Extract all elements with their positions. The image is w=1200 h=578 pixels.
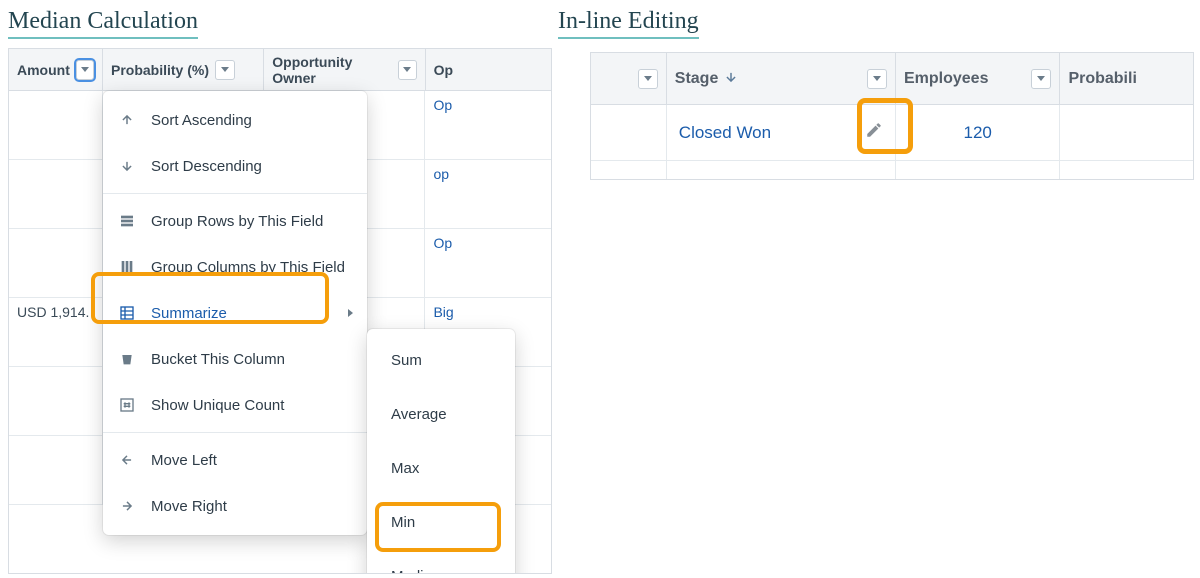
cell-probability [1060,161,1193,180]
col-dropdown-stage[interactable] [867,69,887,89]
chevron-right-icon [348,309,353,317]
menu-sort-asc[interactable]: Sort Ascending [103,97,367,143]
col-label: Opportunity Owner [272,54,391,86]
cell-probability[interactable] [1060,105,1193,160]
cell [9,436,103,504]
cell [9,367,103,435]
menu-label: Group Columns by This Field [151,259,345,276]
caret-down-icon [644,76,652,81]
stage-value: Closed Won [679,123,865,143]
menu-bucket[interactable]: Bucket This Column [103,336,367,382]
arrow-up-icon [117,110,137,130]
menu-move-right[interactable]: Move Right [103,483,367,529]
menu-divider [103,432,367,433]
summarize-submenu: Sum Average Max Min Median [367,329,515,574]
median-calc-panel: Amount Probability (%) Opportunity Owner… [8,48,552,574]
section-title-median: Median Calculation [8,8,198,39]
col-header-stage[interactable]: Stage [667,53,896,104]
cell [9,91,103,159]
cell-stage[interactable]: Closed Won [667,105,896,160]
menu-group-rows[interactable]: Group Rows by This Field [103,198,367,244]
submenu-average[interactable]: Average [367,387,515,441]
cell-blank [591,105,667,160]
col-header-blank[interactable] [591,53,667,104]
caret-down-icon [81,67,89,72]
column-menu: Sort Ascending Sort Descending Group Row… [103,91,367,535]
summarize-icon [117,303,137,323]
table-row: Closed Won 120 [591,105,1193,161]
submenu-min[interactable]: Min [367,495,515,549]
arrow-right-icon [117,496,137,516]
menu-unique-count[interactable]: Show Unique Count [103,382,367,428]
menu-move-left[interactable]: Move Left [103,437,367,483]
col-label: Employees [904,70,988,88]
cell-stage [667,161,896,180]
column-header-row: Amount Probability (%) Opportunity Owner… [9,49,551,91]
cell [9,229,103,297]
menu-label: Summarize [151,305,227,322]
menu-label: Bucket This Column [151,351,285,368]
submenu-sum[interactable]: Sum [367,333,515,387]
menu-sort-desc[interactable]: Sort Descending [103,143,367,189]
cell [9,160,103,228]
menu-group-cols[interactable]: Group Columns by This Field [103,244,367,290]
column-header-row: Stage Employees Probabili [591,53,1193,105]
menu-divider [103,193,367,194]
cell-blank [591,161,667,180]
columns-icon [117,257,137,277]
sort-desc-icon [724,70,738,88]
col-dropdown-employees[interactable] [1031,69,1051,89]
arrow-down-icon [117,156,137,176]
menu-summarize[interactable]: Summarize [103,290,367,336]
hash-icon [117,395,137,415]
caret-down-icon [1037,76,1045,81]
employees-value: 120 [964,123,992,143]
col-header-employees[interactable]: Employees [896,53,1060,104]
table-row [591,161,1193,180]
col-dropdown-probability[interactable] [215,60,235,80]
col-label: Probabili [1068,70,1136,88]
caret-down-icon [403,67,411,72]
menu-label: Show Unique Count [151,397,284,414]
pencil-icon[interactable] [865,121,883,144]
col-header-owner[interactable]: Opportunity Owner [264,49,425,90]
bucket-icon [117,349,137,369]
col-label: Amount [17,62,70,78]
cell: op [425,160,551,228]
cell-employees [896,161,1060,180]
menu-label: Sort Descending [151,158,262,175]
menu-label: Group Rows by This Field [151,213,323,230]
col-header-probability[interactable]: Probabili [1060,53,1193,104]
col-label: Stage [675,70,719,88]
col-header-op[interactable]: Op [426,49,551,90]
cell: USD 1,914. [9,298,103,366]
menu-label: Sort Ascending [151,112,252,129]
section-title-inline: In-line Editing [558,8,699,39]
col-header-amount[interactable]: Amount [9,49,103,90]
col-label: Probability (%) [111,62,209,78]
col-label: Op [434,62,453,78]
cell-employees[interactable]: 120 [896,105,1060,160]
col-dropdown-amount[interactable] [76,60,94,80]
col-dropdown-blank[interactable] [638,69,658,89]
submenu-median[interactable]: Median [367,549,515,574]
cell: Op [425,91,551,159]
cell: Op [425,229,551,297]
arrow-left-icon [117,450,137,470]
col-header-probability[interactable]: Probability (%) [103,49,264,90]
menu-label: Move Left [151,452,217,469]
rows-icon [117,211,137,231]
submenu-max[interactable]: Max [367,441,515,495]
menu-label: Move Right [151,498,227,515]
caret-down-icon [221,67,229,72]
col-dropdown-owner[interactable] [398,60,417,80]
inline-edit-panel: Stage Employees Probabili Closed Won 120 [590,52,1194,180]
caret-down-icon [873,76,881,81]
